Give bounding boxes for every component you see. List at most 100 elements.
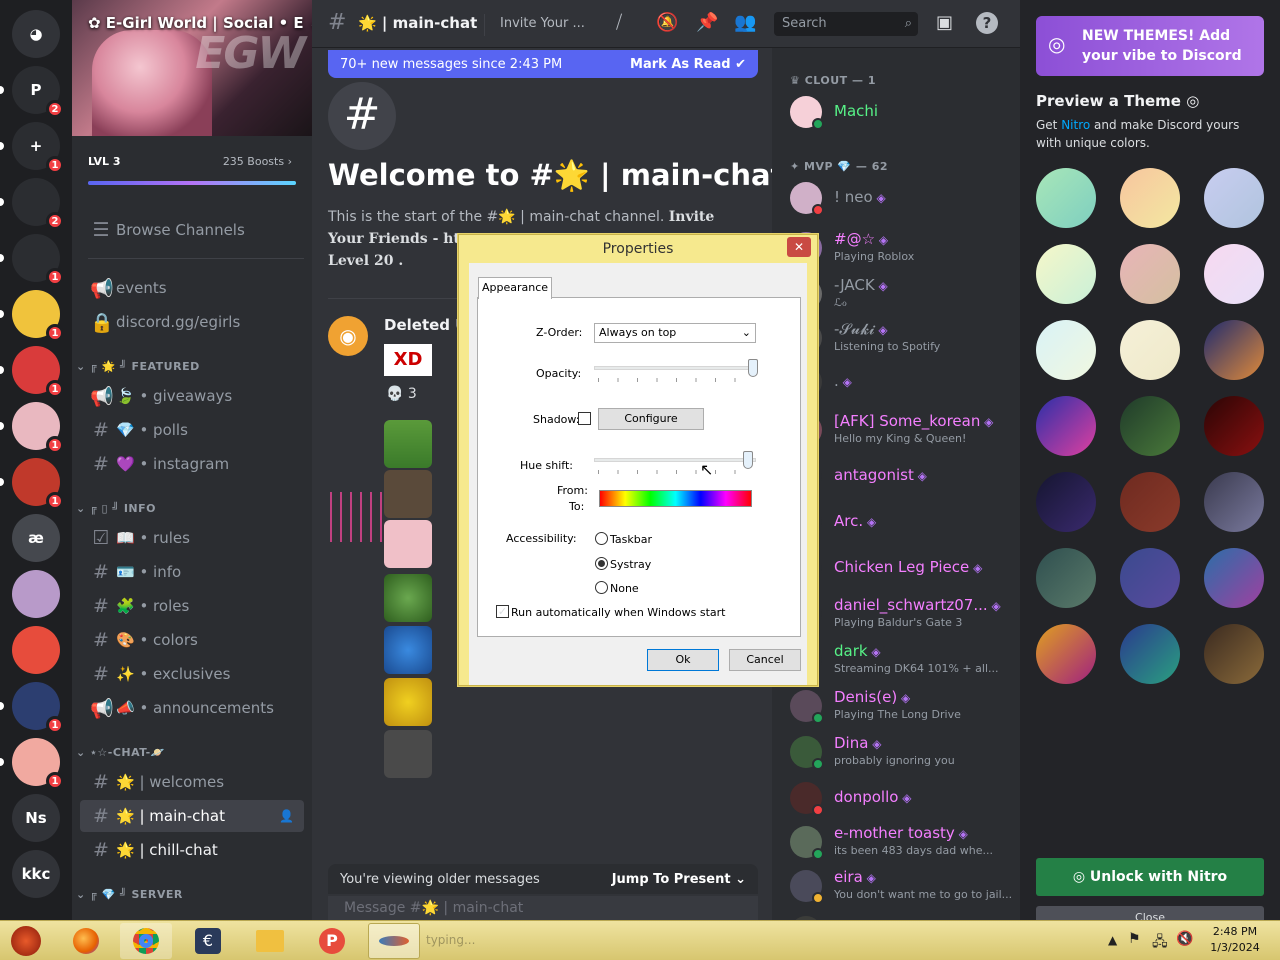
hue-thumb[interactable] <box>742 451 753 469</box>
category-chat[interactable]: ⌄ ⋆☆-CHAT-🪐 <box>76 746 165 759</box>
member-item[interactable]: daniel_schwartz07... ◈ Playing Baldur's G… <box>788 594 1008 636</box>
theme-swatch[interactable] <box>1204 624 1264 684</box>
server-anime-pink-icon[interactable]: 1 <box>12 402 64 454</box>
category-featured[interactable]: ⌄ ╔ 🌟 ╝ FEATURED <box>76 360 200 373</box>
taskbar-firefox[interactable] <box>60 923 112 959</box>
theme-swatch[interactable] <box>1120 320 1180 380</box>
channel-item[interactable]: # 🌟 | welcomes <box>80 766 304 798</box>
volume-muted-icon[interactable]: 🔇 <box>1176 931 1193 947</box>
taskbar-p-app[interactable]: P <box>306 923 358 959</box>
ok-button[interactable]: Ok <box>647 649 719 671</box>
cancel-button[interactable]: Cancel <box>729 649 801 671</box>
server-blue-diamond-icon[interactable]: 1 <box>12 234 64 286</box>
theme-swatch[interactable] <box>1204 396 1264 456</box>
server-kkc-server-icon[interactable]: kkc <box>12 850 60 898</box>
mark-read-button[interactable]: Mark As Read ✔ <box>630 57 746 72</box>
opacity-thumb[interactable] <box>747 359 758 377</box>
member-list-icon[interactable]: 👥 <box>734 12 756 33</box>
opacity-slider[interactable] <box>594 366 756 370</box>
member-item[interactable]: Evie ◈ <box>788 912 1008 920</box>
channel-item[interactable]: ☑ 📖 • rules <box>80 522 304 554</box>
server-p-server-icon[interactable]: P2 <box>12 66 64 118</box>
server-yellow-face-icon[interactable]: 1 <box>12 290 64 342</box>
new-messages-bar[interactable]: 70+ new messages since 2:43 PM Mark As R… <box>328 50 758 78</box>
start-button[interactable] <box>4 923 48 959</box>
member-item[interactable]: ! neo ◈ <box>788 178 1008 220</box>
taskbar-explorer[interactable] <box>244 923 296 959</box>
shadow-checkbox[interactable] <box>578 412 591 425</box>
clock[interactable]: 2:48 PM 1/3/2024 <box>1208 924 1262 956</box>
taskbar-chrome[interactable] <box>120 923 172 959</box>
deleted-user-avatar[interactable]: ◉ <box>328 316 368 356</box>
configure-button[interactable]: Configure <box>598 408 704 430</box>
member-item[interactable]: e-mother toasty ◈ its been 483 days dad w… <box>788 822 1008 864</box>
member-item[interactable]: eira ◈ You don't want me to go to jail... <box>788 866 1012 908</box>
member-item[interactable]: Machi <box>788 92 1008 134</box>
server-yin-yang-icon[interactable] <box>12 626 60 674</box>
server-anime-girl-icon[interactable]: 1 <box>12 738 64 790</box>
inbox-icon[interactable]: ▣ <box>936 12 953 33</box>
theme-swatch[interactable] <box>1120 396 1180 456</box>
taskbar-fish-app[interactable] <box>368 923 420 959</box>
skull-reaction[interactable]: 💀 3 <box>386 386 417 402</box>
add-member-icon[interactable]: 👤 <box>279 809 294 823</box>
message-input[interactable]: Message #🌟 | main-chat <box>328 896 758 920</box>
channel-item[interactable]: # 🪪 • info <box>80 556 304 588</box>
close-button[interactable]: Close <box>1036 906 1264 920</box>
theme-swatch[interactable] <box>1036 320 1096 380</box>
radio-systray[interactable] <box>595 557 608 570</box>
server-dark-anime-icon[interactable]: 1 <box>12 682 64 734</box>
member-item[interactable]: Chicken Leg Piece ◈ <box>788 548 1008 590</box>
theme-swatch[interactable] <box>1204 548 1264 608</box>
server-discord-home-icon[interactable]: ◕ <box>12 10 60 58</box>
theme-swatch[interactable] <box>1036 396 1096 456</box>
server-eyes-icon[interactable]: 1 <box>12 458 64 510</box>
theme-swatch[interactable] <box>1036 624 1096 684</box>
server-anime-purple-icon[interactable] <box>12 570 60 618</box>
channel-events[interactable]: 📢 events <box>80 272 304 304</box>
member-item[interactable]: antagonist ◈ <box>788 456 1008 498</box>
theme-swatch[interactable] <box>1120 472 1180 532</box>
member-item[interactable]: #@☆ ◈ Playing Roblox <box>788 228 1008 270</box>
flag-icon[interactable]: ⚑ <box>1128 931 1141 947</box>
member-item[interactable]: Arc. ◈ <box>788 502 1008 544</box>
member-item[interactable]: -JACK ◈ ℒℴ <box>788 274 1008 316</box>
boost-progress[interactable]: LVL 3 235 Boosts › <box>72 136 312 200</box>
channel-topic[interactable]: Invite Your ... <box>500 16 585 31</box>
server-ae-server-icon[interactable]: æ <box>12 514 60 562</box>
mute-bell-icon[interactable]: 🔕 <box>656 12 678 33</box>
channel-item[interactable]: # 💜 • instagram <box>80 448 304 480</box>
channel-item[interactable]: # 🌟 | main-chat 👤 <box>80 800 304 832</box>
member-item[interactable]: -𝓢𝓾𝓴𝓲 ◈ Listening to Spotify <box>788 318 1008 360</box>
theme-swatch[interactable] <box>1120 244 1180 304</box>
server-plus-circle-icon[interactable]: +1 <box>12 122 64 174</box>
tab-appearance[interactable]: Appearance <box>478 277 552 299</box>
theme-swatch[interactable] <box>1036 548 1096 608</box>
member-item[interactable]: . ◈ <box>788 362 1008 404</box>
theme-swatch[interactable] <box>1036 472 1096 532</box>
help-icon[interactable]: ? <box>976 12 998 34</box>
member-item[interactable]: Dina ◈ probably ignoring you <box>788 732 1008 774</box>
server-name[interactable]: ✿ E-Girl World | Social • E ⌄ <box>88 14 312 32</box>
member-item[interactable]: dark ◈ Streaming DK64 101% + all... <box>788 640 1008 682</box>
pin-icon[interactable]: 📌 <box>696 12 718 33</box>
zorder-select[interactable]: Always on top ⌄ <box>594 323 756 343</box>
browse-channels[interactable]: ☰ Browse Channels <box>80 214 304 246</box>
channel-item[interactable]: # 🌟 | chill-chat <box>80 834 304 866</box>
member-item[interactable]: [AFK] Some_korean ◈ Hello my King & Queen… <box>788 410 1008 452</box>
member-item[interactable]: Denis(e) ◈ Playing The Long Drive <box>788 686 1008 728</box>
category-info[interactable]: ⌄ ╔ ▯ ╝ INFO <box>76 502 156 515</box>
theme-swatch[interactable] <box>1036 168 1096 228</box>
channel-item[interactable]: # ✨ • exclusives <box>80 658 304 690</box>
theme-swatch[interactable] <box>1036 244 1096 304</box>
member-item[interactable]: donpollo ◈ <box>788 778 1008 820</box>
network-icon[interactable]: 🖧 <box>1152 931 1168 955</box>
radio-taskbar[interactable] <box>595 532 608 545</box>
server-ns-server-icon[interactable]: Ns <box>12 794 60 842</box>
theme-swatch[interactable] <box>1204 472 1264 532</box>
new-themes-banner[interactable]: ◎ NEW THEMES! Add your vibe to Discord <box>1036 16 1264 76</box>
theme-swatch[interactable] <box>1204 168 1264 228</box>
desc-link[interactable]: Your Friends - htt <box>328 231 466 247</box>
nitro-link[interactable]: Nitro <box>1061 118 1090 132</box>
theme-swatch[interactable] <box>1120 548 1180 608</box>
